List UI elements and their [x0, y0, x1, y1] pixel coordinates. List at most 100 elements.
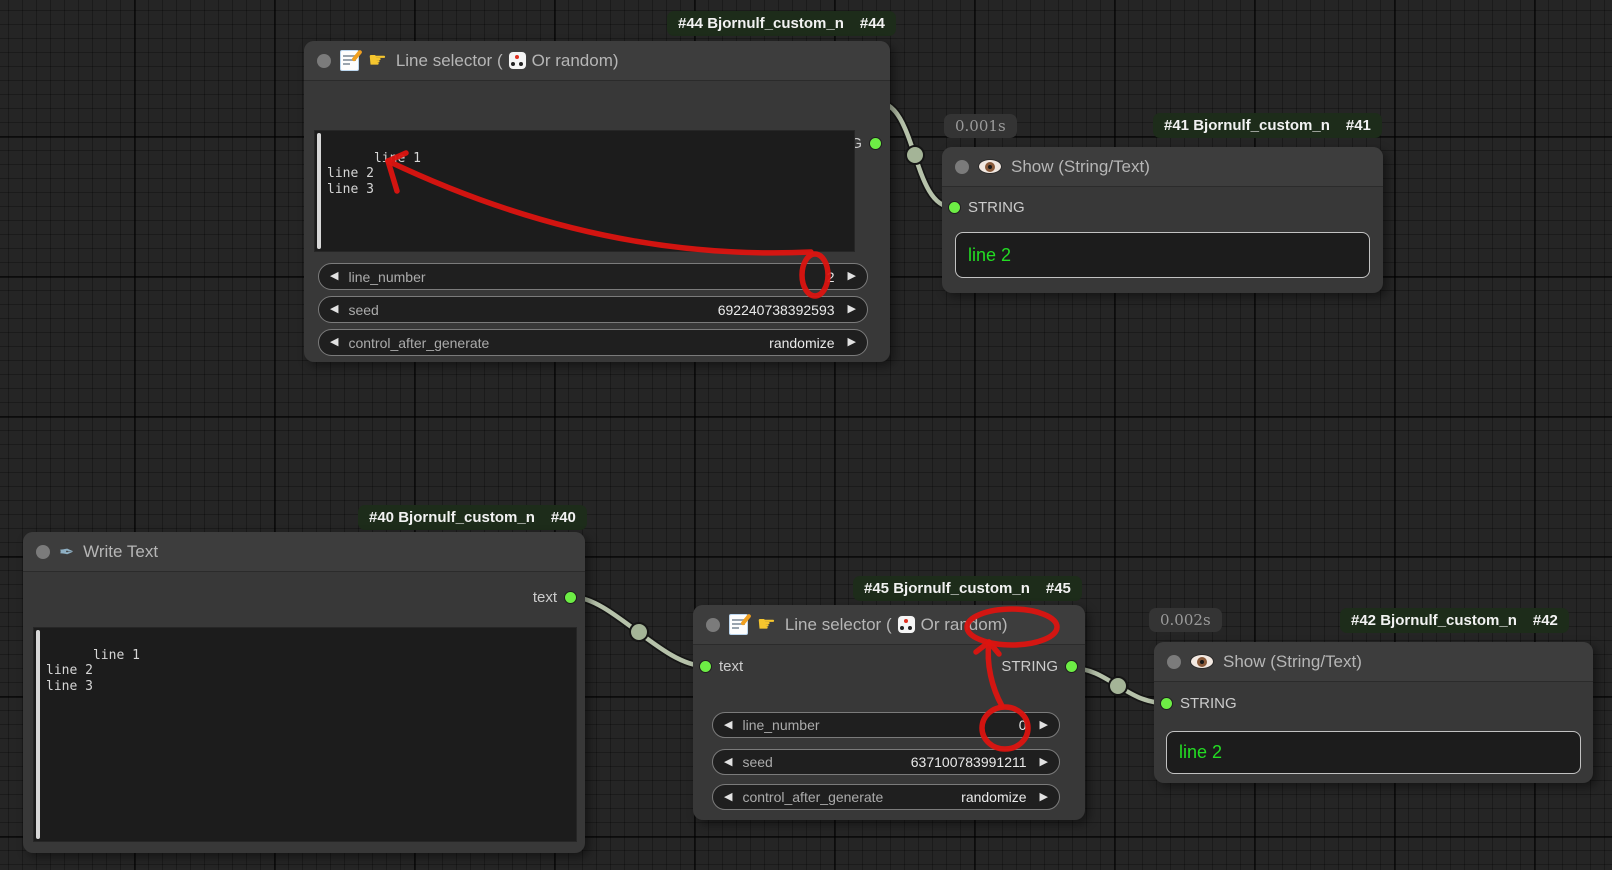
multiline-text-widget[interactable]: line 1 line 2 line 3	[33, 627, 577, 842]
node-titlebar[interactable]: ☛ Line selector ( Or random)	[693, 605, 1085, 645]
slot-label: text	[533, 589, 557, 606]
textarea-content: line 1 line 2 line 3	[46, 648, 140, 694]
badge-id: #40	[551, 509, 576, 526]
badge-id: #45	[1046, 580, 1071, 597]
wire-midpoint-dot	[906, 146, 924, 164]
collapse-dot[interactable]	[317, 54, 331, 68]
input-dot[interactable]	[699, 660, 712, 673]
memo-pencil-icon	[340, 50, 359, 71]
widget-line-number[interactable]: ◀ line_number 2 ▶	[318, 263, 868, 290]
node-titlebar[interactable]: ☛ Line selector ( Or random)	[304, 41, 890, 81]
node-write-text-40[interactable]: ✒ Write Text text line 1 line 2 line 3	[23, 532, 585, 853]
node-titlebar[interactable]: Show (String/Text)	[1154, 642, 1593, 682]
eye-icon	[978, 159, 1002, 174]
show-text-value: line 2	[955, 232, 1370, 278]
widget-control-after-generate[interactable]: ◀ control_after_generate randomize ▶	[318, 329, 868, 356]
title-text: Or random)	[921, 615, 1008, 635]
increment-icon[interactable]: ▶	[848, 337, 856, 348]
dice-icon	[509, 52, 526, 69]
node-show-string-41[interactable]: Show (String/Text) STRING line 2	[942, 147, 1383, 293]
widget-value[interactable]: randomize	[961, 789, 1026, 805]
node-badge-42: #42 Bjornulf_custom_n #42	[1340, 608, 1569, 633]
slot-label: STRING	[1180, 695, 1237, 712]
node-badge-40: #40 Bjornulf_custom_n #40	[358, 505, 587, 530]
widget-label: control_after_generate	[742, 789, 961, 805]
node-title: Write Text	[83, 542, 158, 562]
node-title: Show (String/Text)	[1011, 157, 1150, 177]
wire-midpoint-dot	[630, 623, 648, 641]
title-text: Line selector (	[785, 615, 892, 635]
increment-icon[interactable]: ▶	[848, 304, 856, 315]
output-dot[interactable]	[869, 137, 882, 150]
node-graph-canvas[interactable]: #44 Bjornulf_custom_n #44 0.001s #41 Bjo…	[0, 0, 1612, 870]
decrement-icon[interactable]: ◀	[724, 757, 732, 768]
increment-icon[interactable]: ▶	[848, 271, 856, 282]
widget-label: line_number	[348, 269, 826, 285]
multiline-text-widget[interactable]: line 1 line 2 line 3	[314, 130, 855, 252]
textarea-scrollbar	[36, 630, 40, 839]
wire-45-to-42	[1071, 668, 1165, 703]
collapse-dot[interactable]	[955, 160, 969, 174]
decrement-icon[interactable]: ◀	[330, 271, 338, 282]
input-dot[interactable]	[1160, 697, 1173, 710]
input-slot-string[interactable]: STRING	[948, 197, 1025, 217]
badge-label: #44 Bjornulf_custom_n	[678, 15, 844, 32]
textarea-scrollbar	[317, 133, 321, 249]
pen-nib-icon: ✒	[59, 543, 74, 561]
node-line-selector-44[interactable]: ☛ Line selector ( Or random) STRING line…	[304, 41, 890, 362]
widget-value[interactable]: 2	[827, 269, 835, 285]
title-text: Line selector (	[396, 51, 503, 71]
input-dot[interactable]	[948, 201, 961, 214]
increment-icon[interactable]: ▶	[1040, 757, 1048, 768]
node-badge-41: #41 Bjornulf_custom_n #41	[1153, 113, 1382, 138]
show-text: line 2	[968, 245, 1011, 266]
decrement-icon[interactable]: ◀	[330, 337, 338, 348]
output-dot[interactable]	[564, 591, 577, 604]
input-slot-text[interactable]: text	[699, 656, 743, 676]
node-show-string-42[interactable]: Show (String/Text) STRING line 2	[1154, 642, 1593, 783]
widget-value[interactable]: 0	[1019, 717, 1027, 733]
widget-value[interactable]: 692240738392593	[718, 302, 835, 318]
textarea-content: line 1 line 2 line 3	[327, 151, 421, 197]
slot-label: text	[719, 658, 743, 675]
badge-label: #45 Bjornulf_custom_n	[864, 580, 1030, 597]
badge-label: #40 Bjornulf_custom_n	[369, 509, 535, 526]
badge-label: #41 Bjornulf_custom_n	[1164, 117, 1330, 134]
decrement-icon[interactable]: ◀	[330, 304, 338, 315]
widget-label: control_after_generate	[348, 335, 769, 351]
show-text-value: line 2	[1166, 731, 1581, 774]
eye-icon	[1190, 654, 1214, 669]
node-titlebar[interactable]: Show (String/Text)	[942, 147, 1383, 187]
increment-icon[interactable]: ▶	[1040, 720, 1048, 731]
widget-line-number[interactable]: ◀ line_number 0 ▶	[712, 712, 1060, 738]
node-line-selector-45[interactable]: ☛ Line selector ( Or random) text STRING…	[693, 605, 1085, 820]
slot-label: STRING	[968, 199, 1025, 216]
widget-control-after-generate[interactable]: ◀ control_after_generate randomize ▶	[712, 784, 1060, 810]
widget-seed[interactable]: ◀ seed 692240738392593 ▶	[318, 296, 868, 323]
memo-pencil-icon	[729, 614, 748, 635]
widget-seed[interactable]: ◀ seed 637100783991211 ▶	[712, 749, 1060, 775]
badge-id: #41	[1346, 117, 1371, 134]
show-text: line 2	[1179, 742, 1222, 763]
collapse-dot[interactable]	[36, 545, 50, 559]
pointing-hand-icon: ☛	[757, 614, 776, 635]
widget-value[interactable]: 637100783991211	[911, 754, 1027, 770]
pointing-hand-icon: ☛	[368, 50, 387, 71]
widget-label: seed	[348, 302, 717, 318]
output-slot-string[interactable]: STRING	[1001, 656, 1078, 676]
increment-icon[interactable]: ▶	[1040, 792, 1048, 803]
decrement-icon[interactable]: ◀	[724, 792, 732, 803]
badge-label: #42 Bjornulf_custom_n	[1351, 612, 1517, 629]
node-title: Line selector ( Or random)	[396, 51, 619, 71]
collapse-dot[interactable]	[1167, 655, 1181, 669]
node-titlebar[interactable]: ✒ Write Text	[23, 532, 585, 572]
timing-badge-42: 0.002s	[1149, 608, 1222, 632]
output-slot-text[interactable]: text	[533, 587, 577, 607]
decrement-icon[interactable]: ◀	[724, 720, 732, 731]
badge-id: #42	[1533, 612, 1558, 629]
output-dot[interactable]	[1065, 660, 1078, 673]
input-slot-string[interactable]: STRING	[1160, 693, 1237, 713]
widget-value[interactable]: randomize	[769, 335, 834, 351]
node-title: Show (String/Text)	[1223, 652, 1362, 672]
collapse-dot[interactable]	[706, 618, 720, 632]
